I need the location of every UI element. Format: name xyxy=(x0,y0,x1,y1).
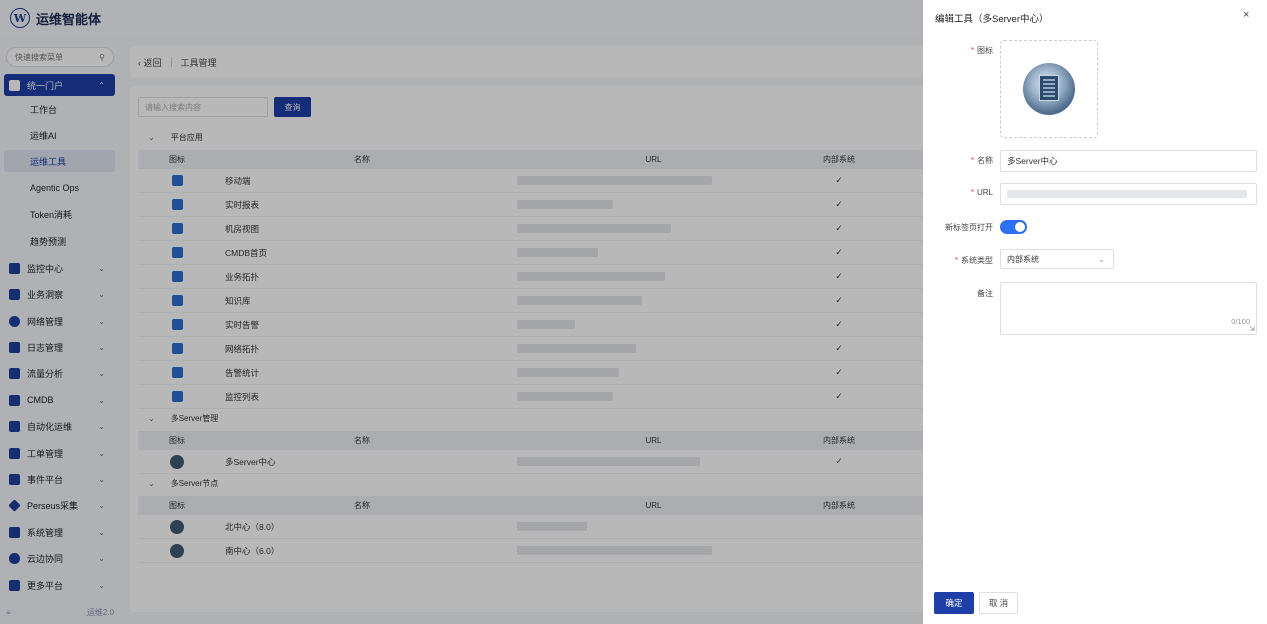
system-type-value: 内部系统 xyxy=(1007,254,1039,264)
drawer-title: 编辑工具（多Server中心） xyxy=(935,14,1049,25)
url-input[interactable] xyxy=(1000,183,1257,205)
cancel-button[interactable]: 取 消 xyxy=(979,592,1018,614)
modal-overlay[interactable] xyxy=(0,0,923,624)
url-value-redacted xyxy=(1007,190,1247,198)
edit-tool-drawer: 编辑工具（多Server中心） × * 图标 * 名称 多Server中心 * URL… xyxy=(923,0,1267,624)
chevron-down-icon: ⌄ xyxy=(1098,254,1105,264)
name-value: 多Server中心 xyxy=(1007,156,1058,166)
name-label: * 名称 xyxy=(970,156,993,165)
toggle-knob xyxy=(1015,222,1025,232)
url-label: * URL xyxy=(970,188,993,197)
system-type-label: * 系统类型 xyxy=(954,256,993,265)
confirm-button[interactable]: 确定 xyxy=(934,592,974,614)
new-tab-toggle[interactable] xyxy=(1000,220,1027,234)
new-tab-label: 新标签页打开 xyxy=(945,223,993,232)
char-count: 0/100 xyxy=(1231,317,1250,326)
remark-label: 备注 xyxy=(977,289,993,298)
resize-handle-icon[interactable]: ⇲ xyxy=(1249,325,1255,333)
name-input[interactable]: 多Server中心 xyxy=(1000,150,1257,172)
remark-textarea[interactable]: 0/100 ⇲ xyxy=(1000,282,1257,335)
system-type-select[interactable]: 内部系统 ⌄ xyxy=(1000,249,1114,269)
icon-label: * 图标 xyxy=(970,46,993,55)
close-icon[interactable]: × xyxy=(1243,9,1249,21)
icon-upload[interactable] xyxy=(1000,40,1098,138)
server-icon-image xyxy=(1023,63,1075,115)
